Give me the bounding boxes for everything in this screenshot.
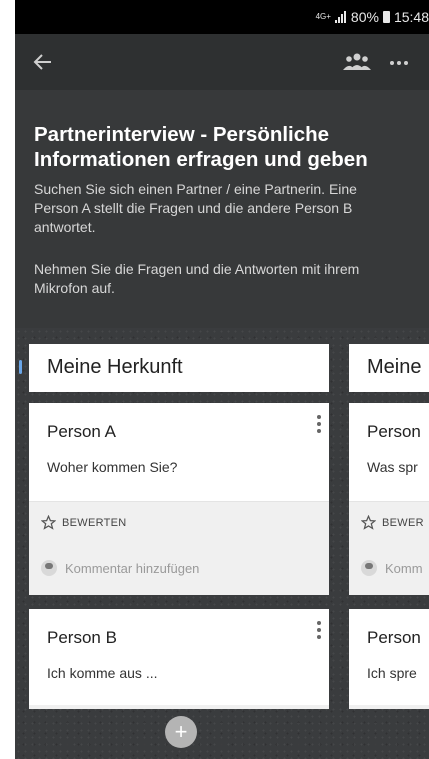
- app-screen: 4G+ 80% 15:48 Partnerinterview - Persönl…: [15, 0, 429, 759]
- card-title: Person B: [47, 628, 117, 647]
- column-title: Meine Herkunft: [47, 356, 183, 378]
- comment-placeholder: Kommentar hinzufügen: [65, 560, 200, 576]
- column-header[interactable]: Meine Herkunft: [29, 344, 329, 392]
- card-menu-icon[interactable]: [317, 621, 321, 639]
- star-icon: [361, 515, 376, 530]
- card-text: Was spr: [367, 459, 418, 475]
- post-card[interactable]: Person Was spr BEWER Komm: [349, 403, 429, 595]
- avatar: [361, 560, 377, 576]
- avatar: [41, 560, 57, 576]
- battery-percentage: 80%: [350, 9, 379, 25]
- card-footer: BEWERTEN Kommentar hinzufügen: [29, 501, 329, 595]
- clock: 15:48: [393, 9, 429, 25]
- post-card[interactable]: Person A Woher kommen Sie? BEWERTEN Komm…: [29, 403, 329, 595]
- board-canvas[interactable]: Meine Herkunft Person A Woher kommen Sie…: [15, 328, 429, 759]
- page-title: Partnerinterview - Persönliche Informati…: [34, 123, 368, 171]
- star-icon: [41, 515, 56, 530]
- battery-icon: [382, 11, 390, 23]
- post-card[interactable]: Person B Ich komme aus ...: [29, 609, 329, 709]
- card-title: Person: [367, 422, 421, 441]
- card-text: Ich komme aus ...: [47, 665, 158, 681]
- card-footer: [29, 705, 329, 709]
- rate-label: BEWER: [382, 516, 424, 529]
- comment-placeholder: Komm: [385, 560, 423, 576]
- column-header[interactable]: Meine: [349, 344, 429, 392]
- board-instruction: Nehmen Sie die Fragen und die Antworten …: [34, 261, 360, 296]
- card-menu-icon[interactable]: [317, 415, 321, 433]
- card-footer: [349, 705, 429, 709]
- rate-button[interactable]: BEWER: [361, 515, 424, 530]
- people-icon[interactable]: [343, 52, 371, 72]
- network-indicator: 4G+: [315, 12, 331, 21]
- card-footer: BEWER Komm: [349, 501, 429, 595]
- status-bar: 4G+ 80% 15:48: [15, 0, 429, 34]
- more-options-icon[interactable]: [389, 60, 429, 66]
- edge-marker: [19, 360, 22, 374]
- board-header: Partnerinterview - Persönliche Informati…: [15, 90, 429, 328]
- card-title: Person: [367, 628, 421, 647]
- signal-icon: [334, 11, 347, 23]
- add-comment-field[interactable]: Komm: [361, 560, 423, 576]
- back-arrow-icon[interactable]: [31, 50, 55, 74]
- card-text: Woher kommen Sie?: [47, 459, 178, 475]
- rate-label: BEWERTEN: [62, 516, 127, 529]
- card-title: Person A: [47, 422, 116, 441]
- post-card[interactable]: Person Ich spre: [349, 609, 429, 709]
- add-comment-field[interactable]: Kommentar hinzufügen: [41, 560, 199, 576]
- app-bar: [15, 34, 429, 90]
- column-title: Meine: [367, 356, 422, 378]
- add-post-button[interactable]: +: [165, 716, 197, 748]
- rate-button[interactable]: BEWERTEN: [41, 515, 127, 530]
- card-text: Ich spre: [367, 665, 417, 681]
- board-description: Suchen Sie sich einen Partner / eine Par…: [34, 181, 357, 235]
